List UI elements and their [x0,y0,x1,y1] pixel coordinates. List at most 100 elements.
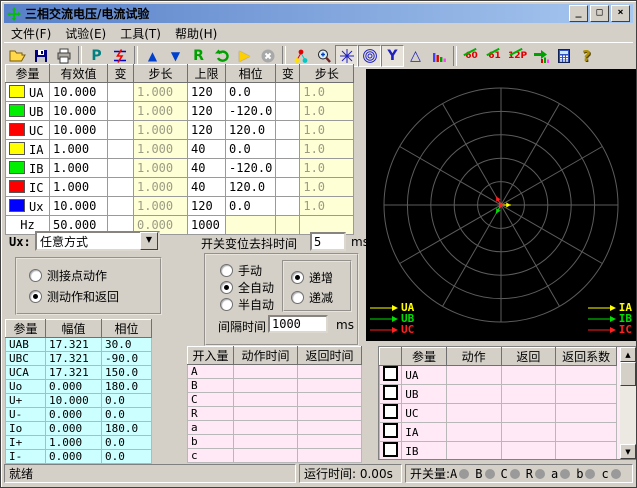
phase-cell[interactable]: 0.0 [226,140,276,159]
maximize-button[interactable]: □ [590,5,609,22]
limit-cell[interactable]: 40 [188,140,226,159]
var-cell[interactable] [108,83,134,102]
var-cell[interactable] [276,102,300,121]
row-checkbox[interactable] [383,404,398,419]
col-header[interactable]: 参量 [6,320,46,338]
y-connection-icon[interactable]: Y [381,45,404,67]
step-cell[interactable]: 1.0 [300,102,354,121]
scroll-up-icon[interactable]: ▲ [620,347,636,362]
var-cell[interactable] [108,197,134,216]
calculator-icon[interactable] [552,45,575,67]
radio-action-return[interactable]: 测动作和返回 [29,288,119,305]
var-cell[interactable] [276,140,300,159]
rms-cell[interactable]: 10.000 [50,197,108,216]
step-cell[interactable]: 1.000 [134,159,188,178]
radio-semi-auto[interactable]: 半自动 [220,296,274,313]
phase-cell[interactable]: 120.0 [226,178,276,197]
col-header[interactable]: 相位 [102,320,152,338]
radio-increment[interactable]: 递增 [291,269,333,286]
col-header[interactable]: 步长 [300,65,354,83]
menu-test[interactable]: 试验(E) [58,24,113,43]
radio-decrement[interactable]: 递减 [291,289,333,306]
help-icon[interactable]: ? [575,45,598,67]
menu-file[interactable]: 文件(F) [4,24,58,43]
test-61-icon[interactable]: 61 [483,45,506,67]
chevron-down-icon[interactable]: ▼ [140,232,158,250]
step-cell[interactable]: 1.0 [300,197,354,216]
col-header[interactable]: 返回时间 [298,347,362,365]
step-cell[interactable]: 1.0 [300,121,354,140]
var-cell[interactable] [276,159,300,178]
var-cell[interactable] [108,178,134,197]
radio-icon[interactable] [291,271,304,284]
row-checkbox[interactable] [383,442,398,457]
rms-cell[interactable]: 10.000 [50,121,108,140]
var-cell[interactable] [108,159,134,178]
step-cell[interactable]: 1.0 [300,140,354,159]
radio-icon[interactable] [29,269,42,282]
step-cell[interactable]: 1.0 [300,178,354,197]
limit-cell[interactable]: 120 [188,197,226,216]
close-button[interactable]: × [611,5,630,22]
col-header[interactable]: 变 [276,65,300,83]
rms-cell[interactable]: 1.000 [50,178,108,197]
step-cell[interactable]: 1.000 [134,178,188,197]
col-header[interactable]: 相位 [226,65,276,83]
var-cell[interactable] [276,83,300,102]
col-header[interactable]: 动作 [446,348,501,366]
minimize-button[interactable]: _ [569,5,588,22]
report-icon[interactable] [529,45,552,67]
step-cell[interactable]: 1.000 [134,102,188,121]
col-header[interactable]: 变 [108,65,134,83]
harmonics-icon[interactable] [427,45,450,67]
rms-cell[interactable]: 10.000 [50,102,108,121]
radio-icon[interactable] [291,291,304,304]
debounce-input[interactable] [310,232,346,251]
col-header[interactable]: 动作时间 [234,347,298,365]
var-cell[interactable] [276,121,300,140]
col-header[interactable]: 开入量 [188,347,234,365]
step-cell[interactable]: 1.000 [134,121,188,140]
col-header[interactable]: 上限 [188,65,226,83]
menu-tools[interactable]: 工具(T) [113,24,168,43]
radio-icon[interactable] [220,281,233,294]
radio-icon[interactable] [220,264,233,277]
radio-full-auto[interactable]: 全自动 [220,279,274,296]
radio-icon[interactable] [29,290,42,303]
phase-cell[interactable]: 120.0 [226,121,276,140]
col-header[interactable]: 步长 [134,65,188,83]
step-cell[interactable]: 1.000 [134,83,188,102]
phase-cell[interactable]: 0.0 [226,197,276,216]
phase-cell[interactable]: -120.0 [226,159,276,178]
col-header[interactable]: 参量 [6,65,50,83]
step-cell[interactable]: 1.0 [300,159,354,178]
test-12p-icon[interactable]: 12P [506,45,529,67]
scroll-down-icon[interactable]: ▼ [620,444,636,459]
col-header[interactable]: 幅值 [46,320,102,338]
rms-cell[interactable]: 10.000 [50,83,108,102]
var-cell[interactable] [108,121,134,140]
vertical-scrollbar[interactable]: ▲ ▼ [620,347,636,459]
limit-cell[interactable]: 120 [188,102,226,121]
radio-icon[interactable] [220,298,233,311]
limit-cell[interactable]: 120 [188,83,226,102]
menu-help[interactable]: 帮助(H) [168,24,224,43]
var-cell[interactable] [276,197,300,216]
phase-cell[interactable]: -120.0 [226,102,276,121]
rms-cell[interactable]: 1.000 [50,159,108,178]
delta-connection-icon[interactable]: △ [404,45,427,67]
col-header[interactable]: 返回系数 [556,348,617,366]
col-header[interactable]: 返回 [501,348,556,366]
row-checkbox[interactable] [383,385,398,400]
radio-contact-action[interactable]: 测接点动作 [29,267,107,284]
phase-cell[interactable]: 0.0 [226,83,276,102]
interval-input[interactable] [268,315,328,333]
var-cell[interactable] [108,140,134,159]
col-header[interactable]: 有效值 [50,65,108,83]
limit-cell[interactable]: 120 [188,121,226,140]
step-cell[interactable]: 1.000 [134,140,188,159]
limit-cell[interactable]: 40 [188,159,226,178]
rms-cell[interactable]: 1.000 [50,140,108,159]
var-cell[interactable] [108,102,134,121]
row-checkbox[interactable] [383,423,398,438]
